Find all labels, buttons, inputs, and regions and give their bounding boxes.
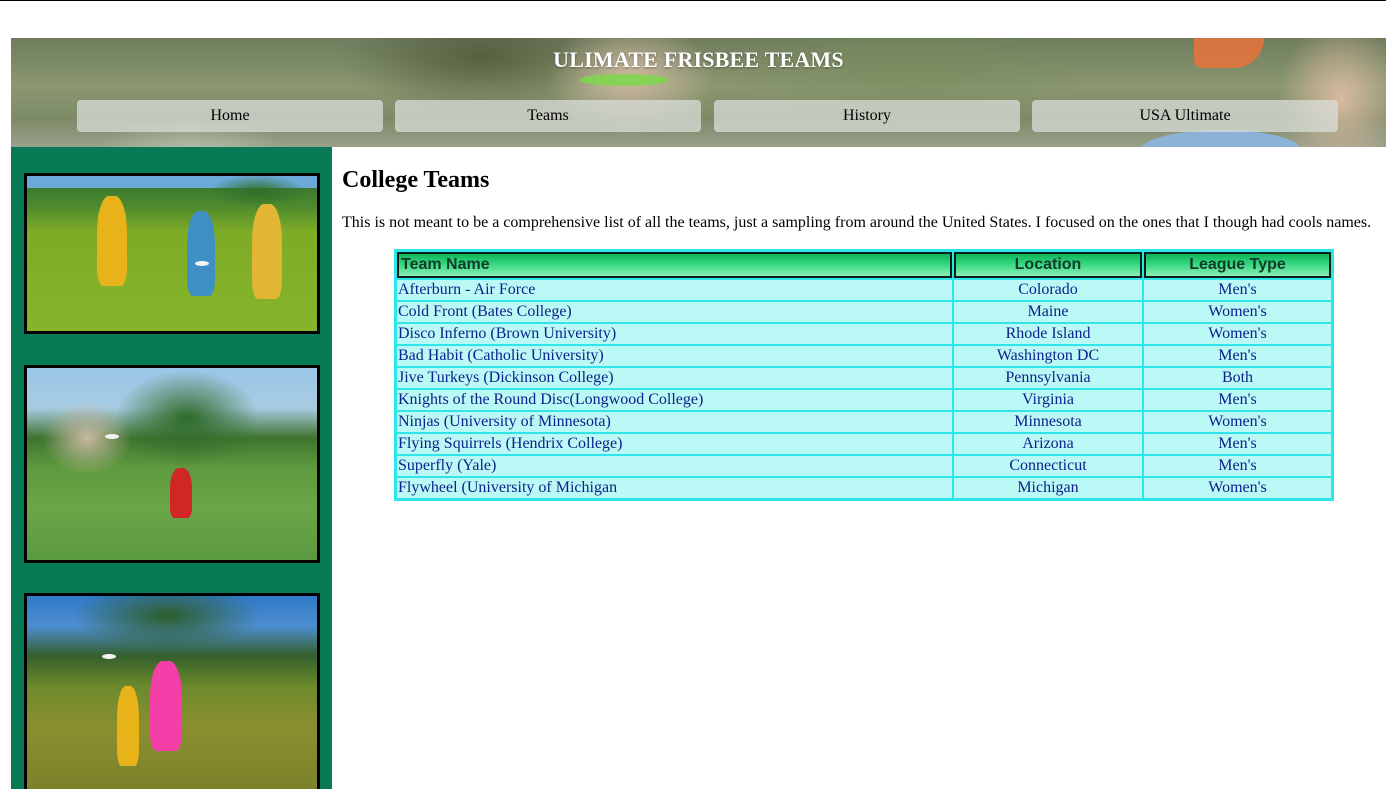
cell-team-name: Bad Habit (Catholic University) (397, 346, 952, 366)
table-header-row: Team Name Location League Type (397, 252, 1331, 278)
site-title: ULIMATE FRISBEE TEAMS (553, 47, 844, 72)
cell-team-name: Cold Front (Bates College) (397, 302, 952, 322)
sidebar (11, 147, 332, 789)
cell-team-name: Ninjas (University of Minnesota) (397, 412, 952, 432)
nav-teams[interactable]: Teams (395, 100, 701, 132)
cell-league-type: Men's (1144, 434, 1331, 454)
page-title: College Teams (342, 167, 490, 193)
table-row: Bad Habit (Catholic University) Washingt… (397, 346, 1331, 366)
cell-team-name: Superfly (Yale) (397, 456, 952, 476)
cell-location: Virginia (954, 390, 1142, 410)
cell-team-name: Jive Turkeys (Dickinson College) (397, 368, 952, 388)
table-row: Cold Front (Bates College) Maine Women's (397, 302, 1331, 322)
nav-usa-ultimate[interactable]: USA Ultimate (1032, 100, 1338, 132)
cell-location: Michigan (954, 478, 1142, 498)
column-header-league-type: League Type (1144, 252, 1331, 278)
table-row: Flywheel (University of Michigan Michiga… (397, 478, 1331, 498)
cell-location: Rhode Island (954, 324, 1142, 344)
header-photo-detail (579, 74, 669, 86)
column-header-team-name: Team Name (397, 252, 952, 278)
cell-league-type: Men's (1144, 346, 1331, 366)
cell-league-type: Women's (1144, 412, 1331, 432)
teams-table: Team Name Location League Type Afterburn… (394, 249, 1334, 501)
cell-league-type: Both (1144, 368, 1331, 388)
table-row: Jive Turkeys (Dickinson College) Pennsyl… (397, 368, 1331, 388)
sidebar-photo-catch (24, 365, 320, 563)
cell-league-type: Men's (1144, 390, 1331, 410)
cell-location: Minnesota (954, 412, 1142, 432)
cell-team-name: Afterburn - Air Force (397, 280, 952, 300)
cell-location: Arizona (954, 434, 1142, 454)
cell-team-name: Flywheel (University of Michigan (397, 478, 952, 498)
header-photo-detail (1141, 130, 1301, 147)
table-row: Flying Squirrels (Hendrix College) Arizo… (397, 434, 1331, 454)
top-rule (0, 0, 1386, 1)
sidebar-photo-players (24, 173, 320, 334)
nav-history[interactable]: History (714, 100, 1020, 132)
cell-league-type: Men's (1144, 280, 1331, 300)
cell-location: Pennsylvania (954, 368, 1142, 388)
intro-text: This is not meant to be a comprehensive … (342, 214, 1372, 231)
cell-league-type: Women's (1144, 302, 1331, 322)
cell-team-name: Knights of the Round Disc(Longwood Colle… (397, 390, 952, 410)
column-header-location: Location (954, 252, 1142, 278)
table-row: Superfly (Yale) Connecticut Men's (397, 456, 1331, 476)
cell-league-type: Men's (1144, 456, 1331, 476)
cell-league-type: Women's (1144, 478, 1331, 498)
cell-location: Maine (954, 302, 1142, 322)
table-row: Afterburn - Air Force Colorado Men's (397, 280, 1331, 300)
table-row: Disco Inferno (Brown University) Rhode I… (397, 324, 1331, 344)
main-nav: Home Teams History USA Ultimate (77, 100, 1339, 132)
cell-location: Washington DC (954, 346, 1142, 366)
table-row: Knights of the Round Disc(Longwood Colle… (397, 390, 1331, 410)
main-content: College Teams This is not meant to be a … (332, 147, 1386, 789)
table-row: Ninjas (University of Minnesota) Minneso… (397, 412, 1331, 432)
sidebar-photo-jump (24, 593, 320, 789)
cell-league-type: Women's (1144, 324, 1331, 344)
cell-team-name: Disco Inferno (Brown University) (397, 324, 952, 344)
nav-home[interactable]: Home (77, 100, 383, 132)
cell-location: Colorado (954, 280, 1142, 300)
cell-location: Connecticut (954, 456, 1142, 476)
site-header: ULIMATE FRISBEE TEAMS Home Teams History… (11, 38, 1386, 147)
cell-team-name: Flying Squirrels (Hendrix College) (397, 434, 952, 454)
